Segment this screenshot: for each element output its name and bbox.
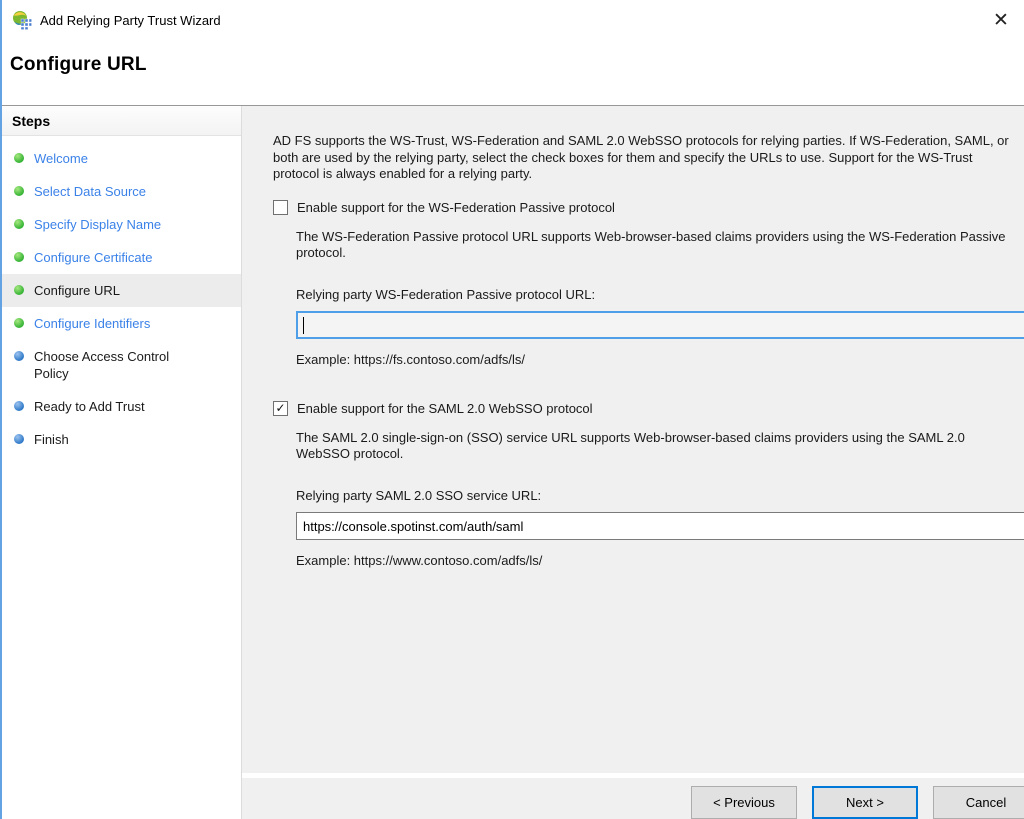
step-completed-icon xyxy=(14,252,24,262)
next-button[interactable]: Next > xyxy=(812,786,918,819)
cancel-button[interactable]: Cancel xyxy=(933,786,1024,819)
sidebar-item-configure-url[interactable]: Configure URL xyxy=(2,274,241,307)
wsfed-checkbox-row: Enable support for the WS-Federation Pas… xyxy=(273,200,1024,215)
step-completed-icon xyxy=(14,219,24,229)
sidebar-item-configure-certificate[interactable]: Configure Certificate xyxy=(2,241,241,274)
saml-url-input-wrap xyxy=(296,512,1024,540)
saml-checkbox-label[interactable]: Enable support for the SAML 2.0 WebSSO p… xyxy=(297,401,593,416)
sidebar-item-configure-identifiers[interactable]: Configure Identifiers xyxy=(2,307,241,340)
sidebar-item-welcome[interactable]: Welcome xyxy=(2,142,241,175)
step-pending-icon xyxy=(14,401,24,411)
title-bar: Add Relying Party Trust Wizard ✕ xyxy=(2,0,1024,40)
close-button[interactable]: ✕ xyxy=(986,5,1016,35)
step-completed-icon xyxy=(14,285,24,295)
steps-list: Welcome Select Data Source Specify Displ… xyxy=(2,136,241,456)
sidebar-item-select-data-source[interactable]: Select Data Source xyxy=(2,175,241,208)
saml-url-label: Relying party SAML 2.0 SSO service URL: xyxy=(296,488,1024,505)
step-pending-icon xyxy=(14,351,24,361)
saml-description: The SAML 2.0 single-sign-on (SSO) servic… xyxy=(296,430,1016,463)
close-icon: ✕ xyxy=(993,9,1009,32)
step-pending-icon xyxy=(14,434,24,444)
steps-header: Steps xyxy=(2,106,241,136)
sidebar-item-choose-access-control-policy[interactable]: Choose Access Control Policy xyxy=(2,340,241,390)
saml-example: Example: https://www.contoso.com/adfs/ls… xyxy=(296,553,1024,570)
footer-button-bar: < Previous Next > Cancel xyxy=(242,773,1024,819)
wsfed-checkbox-label[interactable]: Enable support for the WS-Federation Pas… xyxy=(297,200,615,215)
step-completed-icon xyxy=(14,186,24,196)
wsfed-url-input[interactable] xyxy=(296,311,1024,339)
sidebar-item-ready-to-add-trust[interactable]: Ready to Add Trust xyxy=(2,390,241,423)
page-header: Configure URL xyxy=(2,40,1024,105)
adfs-app-icon xyxy=(12,10,32,30)
saml-checkbox-row: ✓ Enable support for the SAML 2.0 WebSSO… xyxy=(273,401,1024,416)
wsfed-url-label: Relying party WS-Federation Passive prot… xyxy=(296,287,1024,304)
intro-text: AD FS supports the WS-Trust, WS-Federati… xyxy=(273,133,1015,183)
saml-checkbox[interactable]: ✓ xyxy=(273,401,288,416)
page-title: Configure URL xyxy=(10,54,1024,76)
wsfed-checkbox[interactable] xyxy=(273,200,288,215)
previous-button[interactable]: < Previous xyxy=(691,786,797,819)
steps-sidebar: Steps Welcome Select Data Source Specify… xyxy=(2,106,242,819)
sidebar-item-specify-display-name[interactable]: Specify Display Name xyxy=(2,208,241,241)
step-completed-icon xyxy=(14,153,24,163)
wsfed-example: Example: https://fs.contoso.com/adfs/ls/ xyxy=(296,352,1024,369)
sidebar-item-finish[interactable]: Finish xyxy=(2,423,241,456)
wsfed-url-input-wrap xyxy=(296,311,1024,339)
saml-url-input[interactable] xyxy=(296,512,1024,540)
step-completed-icon xyxy=(14,318,24,328)
content-area: Steps Welcome Select Data Source Specify… xyxy=(2,105,1024,819)
wsfed-description: The WS-Federation Passive protocol URL s… xyxy=(296,229,1016,262)
main-panel: AD FS supports the WS-Trust, WS-Federati… xyxy=(242,106,1024,773)
text-cursor xyxy=(303,317,304,334)
main-column: AD FS supports the WS-Trust, WS-Federati… xyxy=(242,106,1024,819)
window-title: Add Relying Party Trust Wizard xyxy=(40,13,221,28)
